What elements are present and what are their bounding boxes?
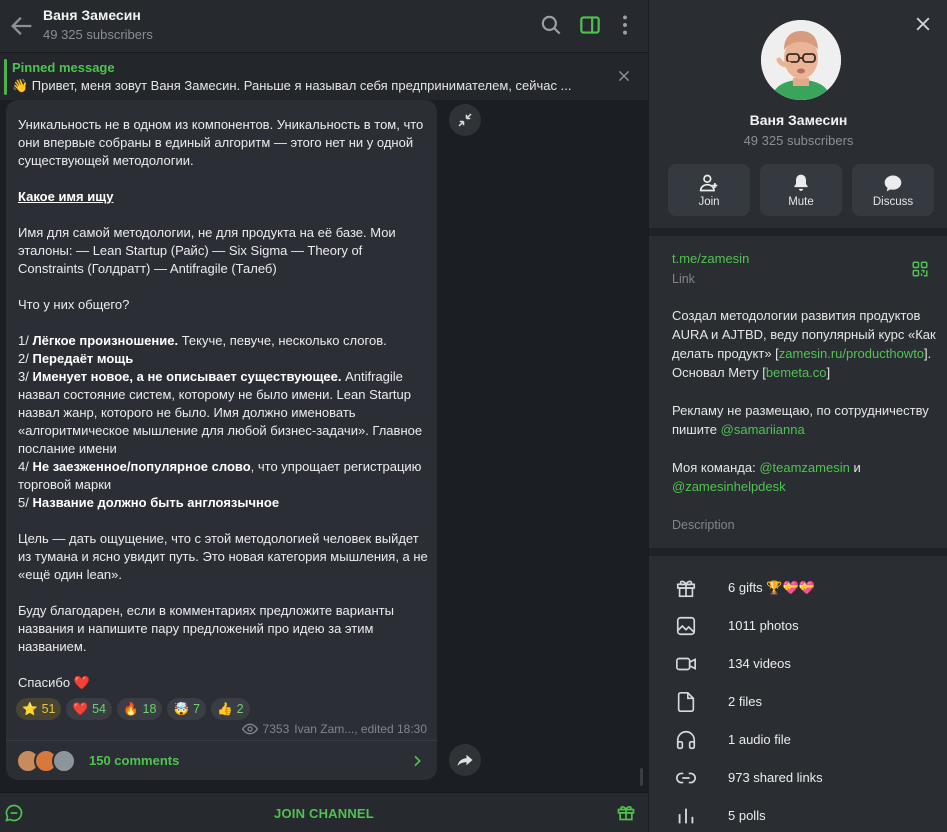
channel-description: Создал методологии развития продуктов AU… (672, 308, 936, 494)
forward-button[interactable] (449, 744, 481, 776)
add-user-icon (699, 174, 718, 192)
comments-bar[interactable]: 150 comments (6, 740, 437, 780)
description-link[interactable]: bemeta.co (766, 365, 827, 380)
discuss-action-label: Discuss (872, 196, 914, 208)
mute-action-button[interactable]: Mute (760, 164, 842, 216)
commenter-avatars (16, 749, 80, 773)
link-icon (676, 772, 696, 784)
message-bubble: Уникальность не в одном из компонентов. … (6, 100, 437, 780)
message-paragraph: Буду благодарен, если в комментариях пре… (18, 603, 394, 654)
media-row-audio[interactable]: 1 audio file (649, 721, 947, 759)
media-row-videos[interactable]: 134 videos (649, 645, 947, 683)
channel-link[interactable]: t.me/zamesin (672, 251, 749, 266)
media-row-gifts[interactable]: 6 gifts 🏆💝💝 (649, 569, 947, 607)
view-count: 7353 (262, 722, 290, 736)
channel-subscribers: 49 325 subscribers (743, 133, 854, 148)
message-paragraph: Спасибо ❤️ (18, 675, 90, 690)
eye-icon (241, 723, 258, 735)
message-paragraph: Цель — дать ощущение, что с этой методол… (18, 531, 428, 582)
more-options-icon[interactable] (612, 12, 638, 38)
scrollbar[interactable] (640, 768, 643, 786)
join-channel-button[interactable]: JOIN CHANNEL (0, 806, 648, 821)
message-paragraph: Имя для самой методологии, не для продук… (18, 225, 396, 276)
join-action-label: Join (698, 196, 720, 208)
reaction-heart[interactable]: ❤️ 54 (66, 698, 112, 720)
reactions-bar: ⭐ 51 ❤️ 54 🔥 18 🤯 7 👍 2 (16, 698, 250, 720)
message-text: Уникальность не в одном из компонентов. … (18, 116, 430, 692)
author-edited: Ivan Zam..., edited 18:30 (294, 722, 427, 736)
mention-link[interactable]: @teamzamesin (759, 460, 850, 475)
subscriber-count: 49 325 subscribers (43, 27, 153, 42)
qr-code-icon[interactable] (911, 260, 929, 278)
close-icon[interactable] (913, 14, 933, 34)
reaction-mind-blown[interactable]: 🤯 7 (167, 698, 206, 720)
message-paragraph: Уникальность не в одном из компонентов. … (18, 117, 424, 168)
photo-icon (676, 616, 696, 636)
link-label: Link (672, 272, 695, 286)
channel-avatar[interactable] (761, 20, 841, 100)
avatar-portrait-icon (761, 20, 841, 100)
collapse-arrows-icon (458, 113, 472, 127)
chat-header: Ваня Замесин 49 325 subscribers (0, 0, 648, 52)
comments-count: 150 comments (89, 753, 180, 768)
close-pinned-icon[interactable] (616, 68, 632, 84)
channel-name: Ваня Замесин (749, 112, 848, 128)
list-item: 5/ Название должно быть англоязычное (18, 495, 280, 510)
video-icon (676, 657, 696, 671)
join-bar: JOIN CHANNEL (0, 792, 648, 832)
divider (649, 548, 947, 556)
gift-icon (676, 580, 696, 598)
media-row-files[interactable]: 2 files (649, 683, 947, 721)
file-icon (677, 692, 695, 712)
reaction-thumbs-up[interactable]: 👍 2 (210, 698, 250, 720)
gift-icon[interactable] (616, 802, 636, 822)
reaction-star[interactable]: ⭐ 51 (16, 698, 62, 720)
chat-pane: Ваня Замесин 49 325 subscribers Pinned m… (0, 0, 648, 832)
channel-info-pane: Ваня Замесин 49 325 subscribers Join Mut… (648, 0, 947, 832)
message-paragraph: Что у них общего? (18, 297, 130, 312)
divider (649, 228, 947, 236)
channel-title[interactable]: Ваня Замесин (43, 7, 141, 23)
mute-action-label: Mute (788, 196, 814, 208)
sidebar-toggle-icon[interactable] (577, 12, 603, 38)
join-action-button[interactable]: Join (668, 164, 750, 216)
share-arrow-icon (457, 754, 473, 766)
media-row-polls[interactable]: 5 polls (649, 797, 947, 832)
media-row-links[interactable]: 973 shared links (649, 759, 947, 797)
description-label: Description (672, 518, 735, 532)
list-item: 2/ Передаёт мощь (18, 351, 134, 366)
pinned-label: Pinned message (12, 60, 115, 75)
poll-icon (678, 808, 694, 824)
chat-bubble-icon (884, 175, 902, 192)
mention-link[interactable]: @samariianna (721, 422, 805, 437)
message-heading: Какое имя ищу (18, 189, 114, 204)
list-item: 4/ Не заезженное/популярное слово, что у… (18, 459, 422, 492)
back-arrow-icon[interactable] (8, 12, 36, 40)
message-meta: 7353 Ivan Zam..., edited 18:30 (241, 722, 427, 736)
search-icon[interactable] (538, 12, 564, 38)
chevron-right-icon (414, 755, 421, 767)
bell-icon (794, 174, 808, 191)
description-link[interactable]: zamesin.ru/producthowto (779, 346, 924, 361)
media-row-photos[interactable]: 1011 photos (649, 607, 947, 645)
mention-link[interactable]: @zamesinhelpdesk (672, 479, 786, 494)
pinned-accent-bar (4, 59, 7, 95)
reaction-fire[interactable]: 🔥 18 (116, 698, 163, 720)
collapse-button[interactable] (449, 104, 481, 136)
headphones-icon (676, 731, 696, 750)
list-item: 1/ Лёгкое произношение. Текуче, певуче, … (18, 333, 387, 348)
pinned-text: 👋 Привет, меня зовут Ваня Замесин. Раньш… (12, 78, 572, 93)
discuss-action-button[interactable]: Discuss (852, 164, 934, 216)
list-item: 3/ Именует новое, а не описывает существ… (18, 369, 423, 456)
avatar (52, 749, 76, 773)
pinned-message[interactable]: Pinned message 👋 Привет, меня зовут Ваня… (0, 52, 648, 100)
